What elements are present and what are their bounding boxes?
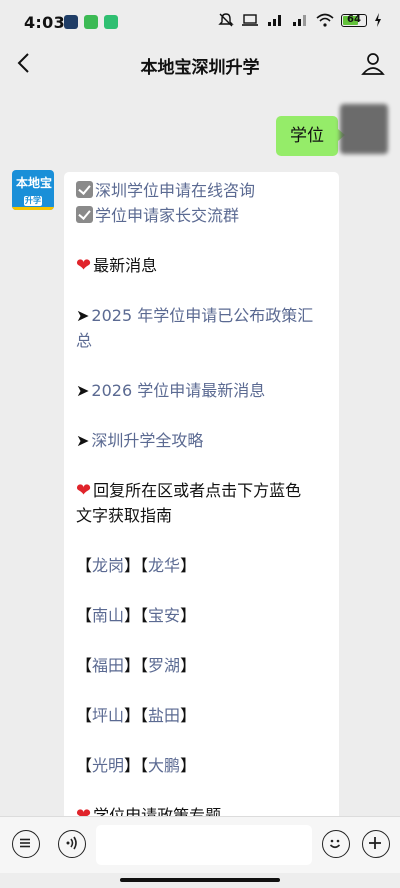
status-time: 4:03 xyxy=(24,13,65,32)
emoji-icon[interactable] xyxy=(322,830,350,858)
district-link[interactable]: 光明 xyxy=(92,756,124,775)
district-link[interactable]: 罗湖 xyxy=(148,656,180,675)
app-notification-icon xyxy=(84,15,98,29)
menu-icon[interactable] xyxy=(12,830,40,858)
district-link[interactable]: 南山 xyxy=(92,606,124,625)
user-avatar[interactable] xyxy=(340,104,388,154)
laptop-icon xyxy=(242,14,258,26)
signal-icon xyxy=(293,15,306,26)
heart-icon: ❤ xyxy=(76,255,92,276)
link-consult[interactable]: 深圳学位申请在线咨询 xyxy=(95,181,255,200)
wifi-icon xyxy=(316,13,334,27)
battery-level: 64 xyxy=(347,13,361,25)
battery-icon: 64 xyxy=(341,13,367,27)
arrow-icon: ➤ xyxy=(76,381,90,400)
signal-icon xyxy=(268,15,281,26)
checkbox-icon xyxy=(76,181,93,198)
chat-title: 本地宝深圳升学 xyxy=(140,58,260,78)
link-parent-group[interactable]: 学位申请家长交流群 xyxy=(95,206,239,225)
bot-avatar[interactable]: 本地宝 升学 xyxy=(12,170,54,210)
avatar-text: 本地宝 xyxy=(16,176,53,190)
district-link[interactable]: 龙华 xyxy=(148,556,180,575)
district-link[interactable]: 坪山 xyxy=(92,706,124,725)
section-news-header: 最新消息 xyxy=(93,256,158,275)
message-input[interactable] xyxy=(96,825,312,865)
user-message-bubble[interactable]: 学位 xyxy=(276,116,345,156)
district-link[interactable]: 福田 xyxy=(92,656,124,675)
avatar-badge: 升学 xyxy=(24,196,42,206)
app-notification-icon xyxy=(104,15,118,29)
chat-input-bar xyxy=(0,816,400,873)
arrow-icon: ➤ xyxy=(76,431,90,450)
district-link[interactable]: 龙岗 xyxy=(92,556,124,575)
user-message-text: 学位 xyxy=(290,126,324,146)
app-notification-icon xyxy=(64,15,78,29)
checkbox-icon xyxy=(76,206,93,223)
district-link[interactable]: 盐田 xyxy=(148,706,180,725)
mute-icon xyxy=(218,13,234,27)
home-indicator[interactable] xyxy=(120,878,280,882)
status-bar: 4:03 64 xyxy=(0,0,400,44)
voice-icon[interactable] xyxy=(58,830,86,858)
arrow-icon: ➤ xyxy=(76,306,90,325)
reply-prompt-line2: 文字获取指南 xyxy=(76,506,173,525)
status-icons: 64 xyxy=(218,12,382,28)
charging-icon xyxy=(375,13,381,27)
heart-icon: ❤ xyxy=(76,480,92,501)
link-news-2026[interactable]: 2026 学位申请最新消息 xyxy=(91,381,265,400)
district-link[interactable]: 宝安 xyxy=(148,606,180,625)
district-link[interactable]: 大鹏 xyxy=(148,756,180,775)
reply-prompt-line1: 回复所在区或者点击下方蓝色 xyxy=(93,481,302,500)
plus-icon[interactable] xyxy=(362,830,390,858)
link-guide[interactable]: 深圳升学全攻略 xyxy=(91,431,203,450)
bot-message-bubble: 深圳学位申请在线咨询 学位申请家长交流群 ❤ 最新消息 ➤ 2025 年学位申请已公… xyxy=(64,172,339,832)
person-icon[interactable] xyxy=(360,50,386,76)
link-policy-2025[interactable]: 2025 年学位申请已公布政策汇总 xyxy=(76,306,313,350)
chat-header: 本地宝深圳升学 xyxy=(0,44,400,84)
